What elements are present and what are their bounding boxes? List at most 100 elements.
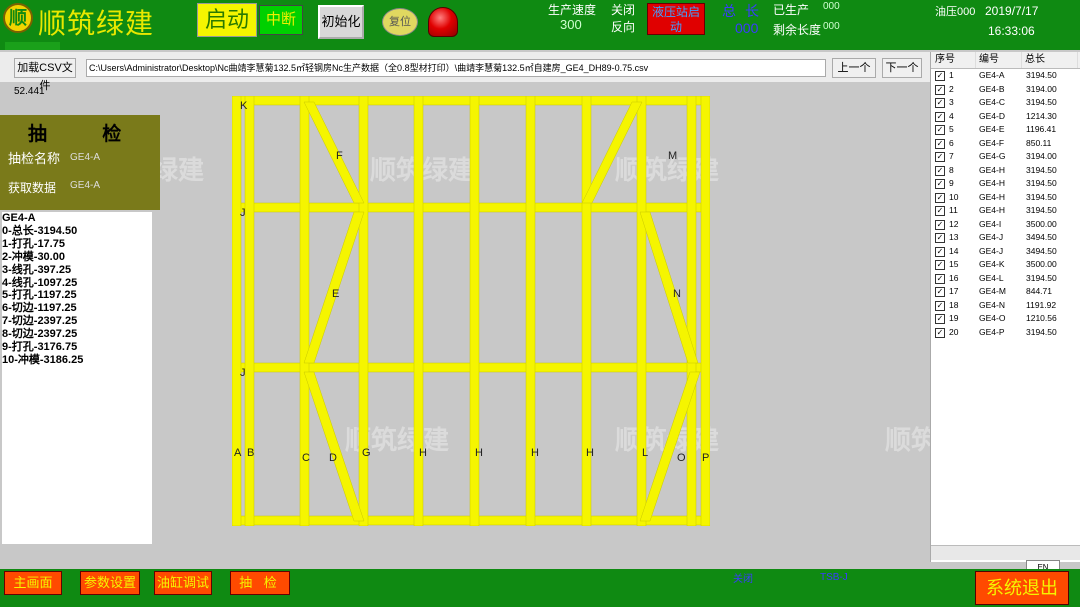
table-cell: GE4-H (979, 205, 1005, 215)
row-checkbox[interactable]: ✓ (935, 165, 945, 176)
app-title: 顺筑绿建 (38, 7, 155, 40)
table-row[interactable]: ✓ 14 GE4-J 3494.50 (931, 245, 1080, 259)
member-label: H (419, 447, 427, 459)
inspect-data-value: GE4-A (70, 180, 101, 191)
list-item: 0-总长-3194.50 (2, 224, 78, 237)
table-cell: 17 (949, 286, 959, 296)
inspect-data-list: GE4-A 0-总长-3194.50 1-打孔-17.75 2-冲模-30.00… (2, 212, 152, 544)
table-row[interactable]: ✓ 5 GE4-E 1196.41 (931, 123, 1080, 137)
main-screen-button[interactable]: 主画面 (4, 571, 62, 595)
reset-button[interactable]: 复位 (382, 8, 418, 36)
settings-button[interactable]: 参数设置 (80, 571, 140, 595)
horizontal-scrollbar[interactable] (931, 545, 1080, 560)
row-checkbox[interactable]: ✓ (935, 273, 945, 284)
frame-member (525, 96, 536, 526)
table-cell: GE4-M (979, 286, 1006, 296)
list-item: GE4-A (2, 212, 36, 224)
plc-status: TSB-J (820, 572, 848, 583)
frame-member (581, 96, 592, 526)
table-cell: 3194.50 (1026, 97, 1057, 107)
table-cell: GE4-G (979, 151, 1006, 161)
interrupt-button[interactable]: 中断 (259, 5, 303, 35)
top-bar (0, 0, 1080, 50)
member-label: B (247, 447, 254, 459)
load-csv-button[interactable]: 加载CSV文件 (14, 58, 76, 92)
table-row[interactable]: ✓ 1 GE4-A 3194.50 (931, 69, 1080, 83)
hydraulic-start-button[interactable]: 液压站启动 (647, 3, 705, 35)
table-row[interactable]: ✓ 17 GE4-M 844.71 (931, 285, 1080, 299)
table-row[interactable]: ✓ 19 GE4-O 1210.56 (931, 312, 1080, 326)
row-checkbox[interactable]: ✓ (935, 246, 945, 257)
row-checkbox[interactable]: ✓ (935, 300, 945, 311)
table-cell: GE4-E (979, 124, 1005, 134)
total-length-label: 总长 (722, 3, 768, 19)
list-item: 1-打孔-17.75 (2, 237, 65, 250)
prev-button[interactable]: 上一个 (832, 58, 876, 78)
table-cell: GE4-H (979, 191, 1005, 202)
speed-value: 300 (560, 17, 582, 32)
table-cell: 1 (949, 70, 954, 80)
table-cell: GE4-K (979, 259, 1005, 269)
produced-value: 000 (823, 1, 840, 12)
table-cell: 1214.30 (1026, 110, 1057, 121)
list-item: 3-线孔-397.25 (2, 263, 72, 276)
inspect-data-label: 获取数据 (8, 181, 57, 195)
row-checkbox[interactable]: ✓ (935, 111, 945, 122)
row-checkbox[interactable]: ✓ (935, 219, 945, 230)
close-status: 关闭 (733, 574, 753, 585)
frame-member (232, 96, 242, 526)
table-row[interactable]: ✓ 6 GE4-F 850.11 (931, 137, 1080, 151)
table-cell: 3194.50 (1026, 178, 1057, 188)
row-checkbox[interactable]: ✓ (935, 233, 945, 243)
table-cell: 16 (949, 272, 959, 283)
table-row[interactable]: ✓ 12 GE4-I 3500.00 (931, 218, 1080, 232)
row-checkbox[interactable]: ✓ (935, 98, 945, 108)
next-button[interactable]: 下一个 (882, 58, 922, 78)
table-cell: GE4-P (979, 326, 1005, 337)
table-row[interactable]: ✓ 4 GE4-D 1214.30 (931, 110, 1080, 124)
start-button[interactable]: 启动 (197, 3, 257, 37)
row-checkbox[interactable]: ✓ (935, 84, 945, 95)
row-checkbox[interactable]: ✓ (935, 260, 945, 270)
table-row[interactable]: ✓ 2 GE4-B 3194.00 (931, 83, 1080, 97)
member-label: P (702, 452, 709, 464)
steel-frame-drawing: K F M J E N J A B C D G H H H H L O P I (232, 96, 710, 526)
column-header[interactable]: 序号 (935, 52, 976, 68)
part-table[interactable]: 序号 编号 总长 ✓ 1 GE4-A 3194.50 ✓ 2 GE4-B 3194.00 ✓ 3 G… (930, 52, 1080, 562)
table-row[interactable]: ✓ 10 GE4-H 3194.50 (931, 191, 1080, 205)
row-checkbox[interactable]: ✓ (935, 192, 945, 203)
table-row[interactable]: ✓ 7 GE4-G 3194.00 (931, 150, 1080, 164)
column-header[interactable]: 总长 (1025, 52, 1078, 68)
table-cell: 1196.41 (1026, 124, 1057, 134)
row-checkbox[interactable]: ✓ (935, 287, 945, 297)
row-checkbox[interactable]: ✓ (935, 152, 945, 162)
row-checkbox[interactable]: ✓ (935, 179, 945, 189)
produced-label: 已生产 (773, 3, 810, 17)
table-row[interactable]: ✓ 20 GE4-P 3194.50 (931, 326, 1080, 340)
cylinder-debug-button[interactable]: 油缸调试 (154, 571, 212, 595)
table-cell: 3194.50 (1026, 191, 1057, 202)
table-row[interactable]: ✓ 3 GE4-C 3194.50 (931, 96, 1080, 110)
file-path-field[interactable]: C:\Users\Administrator\Desktop\Nc曲靖李慧菊13… (86, 59, 826, 77)
table-cell: GE4-J (979, 245, 1004, 256)
exit-button[interactable]: 系统退出 (975, 571, 1069, 605)
inspect-button[interactable]: 抽 检 (230, 571, 290, 595)
table-row[interactable]: ✓ 15 GE4-K 3500.00 (931, 258, 1080, 272)
row-checkbox[interactable]: ✓ (935, 71, 945, 81)
table-row[interactable]: ✓ 8 GE4-H 3194.50 (931, 164, 1080, 178)
row-checkbox[interactable]: ✓ (935, 314, 945, 324)
table-cell: 7 (949, 151, 954, 161)
column-header[interactable]: 编号 (979, 52, 1022, 68)
table-row[interactable]: ✓ 9 GE4-H 3194.50 (931, 177, 1080, 191)
time: 16:33:06 (988, 24, 1035, 38)
date: 2019/7/17 (985, 4, 1039, 18)
table-row[interactable]: ✓ 13 GE4-J 3494.50 (931, 231, 1080, 245)
row-checkbox[interactable]: ✓ (935, 206, 945, 216)
row-checkbox[interactable]: ✓ (935, 125, 945, 135)
row-checkbox[interactable]: ✓ (935, 327, 945, 338)
init-button[interactable]: 初始化 (318, 5, 364, 39)
table-row[interactable]: ✓ 18 GE4-N 1191.92 (931, 299, 1080, 313)
table-row[interactable]: ✓ 11 GE4-H 3194.50 (931, 204, 1080, 218)
row-checkbox[interactable]: ✓ (935, 138, 945, 149)
table-row[interactable]: ✓ 16 GE4-L 3194.50 (931, 272, 1080, 286)
